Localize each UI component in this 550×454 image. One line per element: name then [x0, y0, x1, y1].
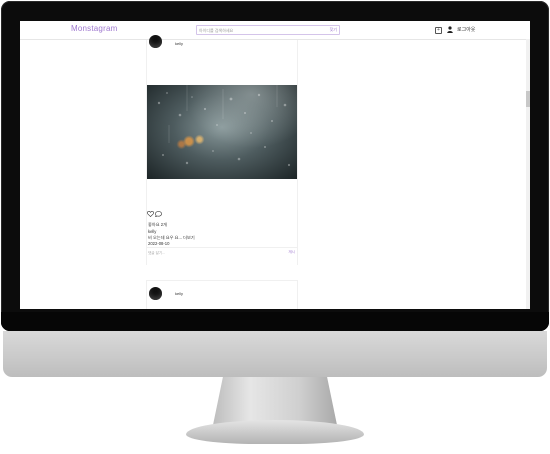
logout-link[interactable]: 로그아웃	[457, 26, 475, 33]
scrollbar-thumb[interactable]	[526, 91, 530, 107]
post-feed: kelly 좋아요 2개 kelly 비 오는데 요우 요... 더보기 202…	[146, 35, 298, 309]
post-card: kelly	[146, 280, 298, 309]
post-date: 2022-08-10	[148, 241, 170, 246]
monitor-stand	[213, 377, 337, 425]
search-input[interactable]	[199, 26, 319, 34]
search-bar: 찾기	[196, 25, 340, 35]
comment-icon[interactable]	[155, 211, 162, 217]
comment-row: 게시	[147, 247, 297, 257]
heart-icon[interactable]	[147, 211, 154, 217]
post-image[interactable]	[147, 85, 297, 179]
post-comment-button[interactable]: 게시	[288, 250, 295, 255]
monitor-stand-base	[186, 420, 364, 444]
avatar[interactable]	[149, 35, 162, 48]
caption-author[interactable]: kelly	[148, 229, 156, 234]
rain-drops-overlay	[157, 85, 291, 167]
app-logo[interactable]: Monstagram	[71, 24, 117, 33]
post-username[interactable]: kelly	[175, 41, 183, 46]
top-navigation-bar: Monstagram 찾기 + 로그아웃	[20, 21, 530, 40]
monitor-chin	[3, 331, 547, 377]
search-button[interactable]: 찾기	[330, 27, 337, 33]
scrollbar[interactable]	[526, 39, 530, 309]
avatar[interactable]	[149, 287, 162, 300]
screen: Monstagram 찾기 + 로그아웃 kelly	[20, 21, 530, 309]
user-icon[interactable]	[447, 26, 453, 33]
like-count: 좋아요 2개	[148, 222, 167, 227]
post-username[interactable]: kelly	[175, 291, 183, 296]
comment-input[interactable]	[148, 250, 268, 255]
plus-square-icon[interactable]: +	[435, 27, 442, 34]
post-card: kelly	[146, 35, 298, 265]
